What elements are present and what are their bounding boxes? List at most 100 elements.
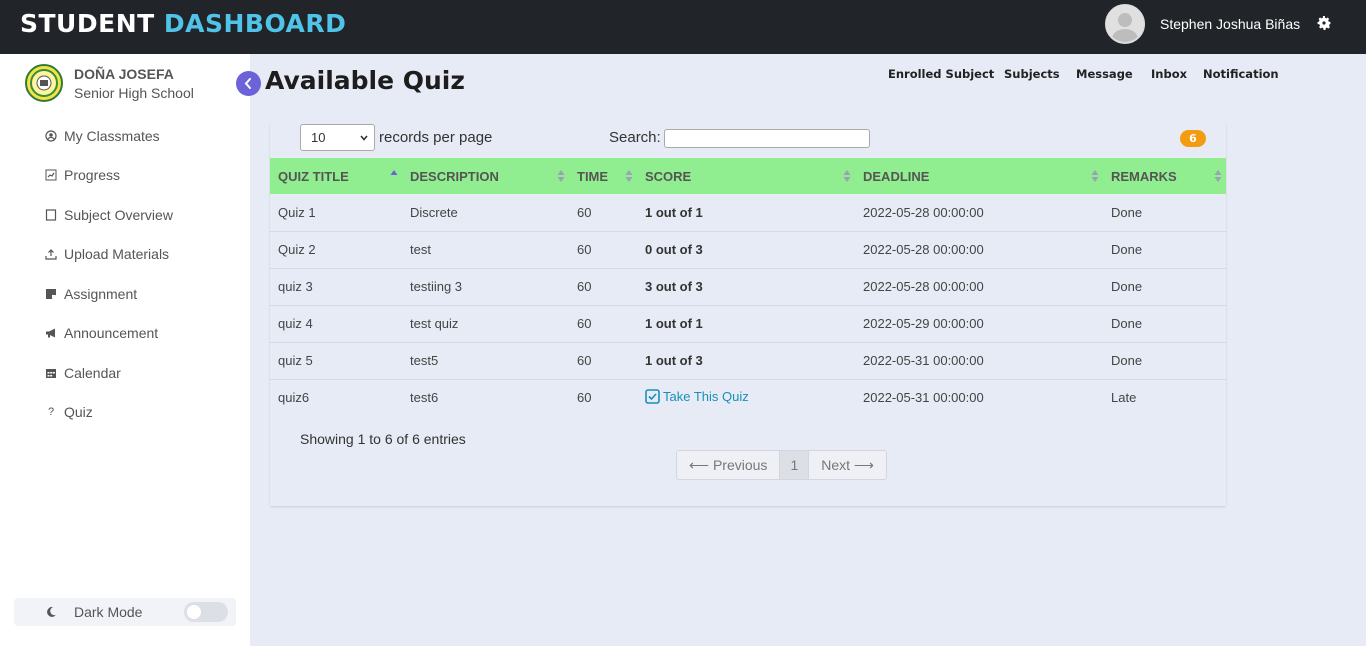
count-badge: 6 [1180, 130, 1206, 147]
sidebar-item-label: Announcement [64, 325, 159, 342]
question-icon: ? [47, 406, 55, 419]
column-header-score[interactable]: SCORE [637, 158, 855, 194]
sort-icon [843, 170, 851, 182]
dark-mode-toggle[interactable] [184, 602, 228, 622]
chart-icon [44, 168, 58, 182]
cell-score: 0 out of 3 [637, 231, 855, 269]
column-header-label: REMARKS [1111, 168, 1177, 184]
table-row: quiz6 test6 60 Take This Quiz 2022-05-31… [270, 379, 1226, 416]
cell-description: test quiz [402, 305, 569, 343]
cell-description: Discrete [402, 194, 569, 232]
cell-time: 60 [577, 390, 592, 406]
pagination-previous[interactable]: ⟵ Previous [677, 451, 779, 479]
nav-notification[interactable]: Notification [1203, 67, 1279, 81]
sidebar-item-progress[interactable]: Progress [44, 156, 244, 196]
table-row: Quiz 2 test 60 0 out of 3 2022-05-28 00:… [270, 231, 1226, 269]
sidebar-item-upload-materials[interactable]: Upload Materials [44, 235, 244, 275]
cell-description: test6 [410, 390, 439, 406]
sort-icon [1214, 170, 1222, 182]
cell-score: 1 out of 1 [637, 194, 855, 232]
cell-deadline: 2022-05-28 00:00:00 [855, 194, 1103, 232]
cell-remarks: Done [1103, 231, 1226, 269]
cell-description: test5 [402, 342, 569, 380]
take-quiz-label: Take This Quiz [663, 388, 749, 404]
column-header-label: SCORE [645, 168, 692, 184]
nav-subjects[interactable]: Subjects [1004, 67, 1060, 81]
cell-time: 60 [569, 305, 637, 343]
cell-remarks: Done [1103, 342, 1226, 380]
pagination-next[interactable]: Next ⟶ [809, 451, 886, 479]
records-per-page-label: records per page [379, 129, 493, 146]
search-input[interactable] [664, 129, 870, 148]
cell-score: 3 out of 3 [637, 268, 855, 306]
column-header-label: DEADLINE [863, 168, 930, 184]
dashboard-brand: STUDENT DASHBOARD [20, 9, 346, 38]
dark-mode-row: Dark Mode [14, 598, 236, 626]
sidebar-item-assignment[interactable]: Assignment [44, 274, 244, 314]
cell-quiz-title: quiz6 [278, 390, 310, 406]
cell-score: Take This Quiz [637, 379, 855, 416]
sort-asc-icon [390, 170, 398, 175]
cell-score: 1 out of 3 [637, 342, 855, 380]
gear-icon[interactable] [1316, 15, 1332, 31]
cell-quiz-title: Quiz 2 [270, 231, 402, 269]
sidebar-item-label: Calendar [64, 364, 121, 381]
cell-quiz-title: quiz 4 [270, 305, 402, 343]
cell-time: 60 [569, 231, 637, 269]
column-header-description[interactable]: DESCRIPTION [402, 158, 569, 194]
chevron-left-icon [244, 78, 251, 89]
school-name: DOÑA JOSEFA Senior High School [74, 65, 194, 103]
sidebar-item-calendar[interactable]: Calendar [44, 353, 244, 393]
column-header-quiz-title[interactable]: QUIZ TITLE [270, 158, 402, 194]
table-header-row: QUIZ TITLE DESCRIPTION TIME SCORE DEADLI… [270, 158, 1226, 194]
sort-icon [1091, 170, 1099, 182]
sidebar-item-label: Subject Overview [64, 206, 173, 223]
sidebar-item-quiz[interactable]: ? Quiz [44, 393, 244, 433]
cell-score: 1 out of 1 [637, 305, 855, 343]
cell-time: 60 [569, 342, 637, 380]
sidebar: DOÑA JOSEFA Senior High School My Classm… [0, 54, 261, 646]
table-info: Showing 1 to 6 of 6 entries [300, 431, 466, 447]
cell-deadline: 2022-05-29 00:00:00 [855, 305, 1103, 343]
dark-mode-label: Dark Mode [74, 604, 143, 620]
sidebar-item-my-classmates[interactable]: My Classmates [44, 116, 244, 156]
column-header-deadline[interactable]: DEADLINE [855, 158, 1103, 194]
sidebar-collapse-button[interactable] [236, 71, 261, 96]
sidebar-item-label: Quiz [64, 404, 93, 421]
book-icon [44, 208, 58, 222]
column-header-remarks[interactable]: REMARKS [1103, 158, 1226, 194]
user-name[interactable]: Stephen Joshua Biñas [1160, 16, 1300, 32]
cell-quiz-title: quiz 3 [270, 268, 402, 306]
school-seal-icon [30, 69, 58, 97]
column-header-time[interactable]: TIME [569, 158, 637, 194]
column-header-label: QUIZ TITLE [278, 168, 349, 184]
sidebar-nav: My Classmates Progress Subject Overview … [44, 116, 244, 432]
avatar[interactable] [1105, 4, 1145, 44]
quiz-table-card: 10 records per page Search: 6 QUIZ TITLE… [270, 124, 1226, 506]
nav-enrolled-subject[interactable]: Enrolled Subject [888, 67, 994, 81]
sidebar-item-announcement[interactable]: Announcement [44, 314, 244, 354]
school-name-line2: Senior High School [74, 85, 194, 101]
pagination-page-1[interactable]: 1 [779, 451, 810, 479]
school-logo [25, 64, 63, 102]
table-row: Quiz 1 Discrete 60 1 out of 1 2022-05-28… [270, 194, 1226, 232]
moon-icon [47, 606, 56, 617]
nav-message[interactable]: Message [1076, 67, 1133, 81]
cell-deadline: 2022-05-31 00:00:00 [863, 390, 984, 406]
brand-text-accent: DASHBOARD [163, 9, 347, 38]
page-title: Available Quiz [265, 66, 465, 95]
take-quiz-link[interactable]: Take This Quiz [645, 389, 749, 404]
table-row: quiz 3 testiing 3 60 3 out of 3 2022-05-… [270, 268, 1226, 306]
top-header: STUDENT DASHBOARD Stephen Joshua Biñas [0, 0, 1366, 54]
quiz-table: QUIZ TITLE DESCRIPTION TIME SCORE DEADLI… [270, 158, 1226, 416]
column-header-label: DESCRIPTION [410, 168, 499, 184]
user-avatar-icon [1107, 6, 1143, 42]
user-circle-icon [44, 129, 58, 143]
megaphone-icon [44, 326, 58, 340]
sidebar-item-subject-overview[interactable]: Subject Overview [44, 195, 244, 235]
cell-quiz-title: quiz 5 [270, 342, 402, 380]
nav-inbox[interactable]: Inbox [1151, 67, 1187, 81]
column-header-label: TIME [577, 168, 609, 184]
toggle-knob [187, 605, 201, 619]
records-per-page-select[interactable]: 10 [300, 124, 375, 151]
